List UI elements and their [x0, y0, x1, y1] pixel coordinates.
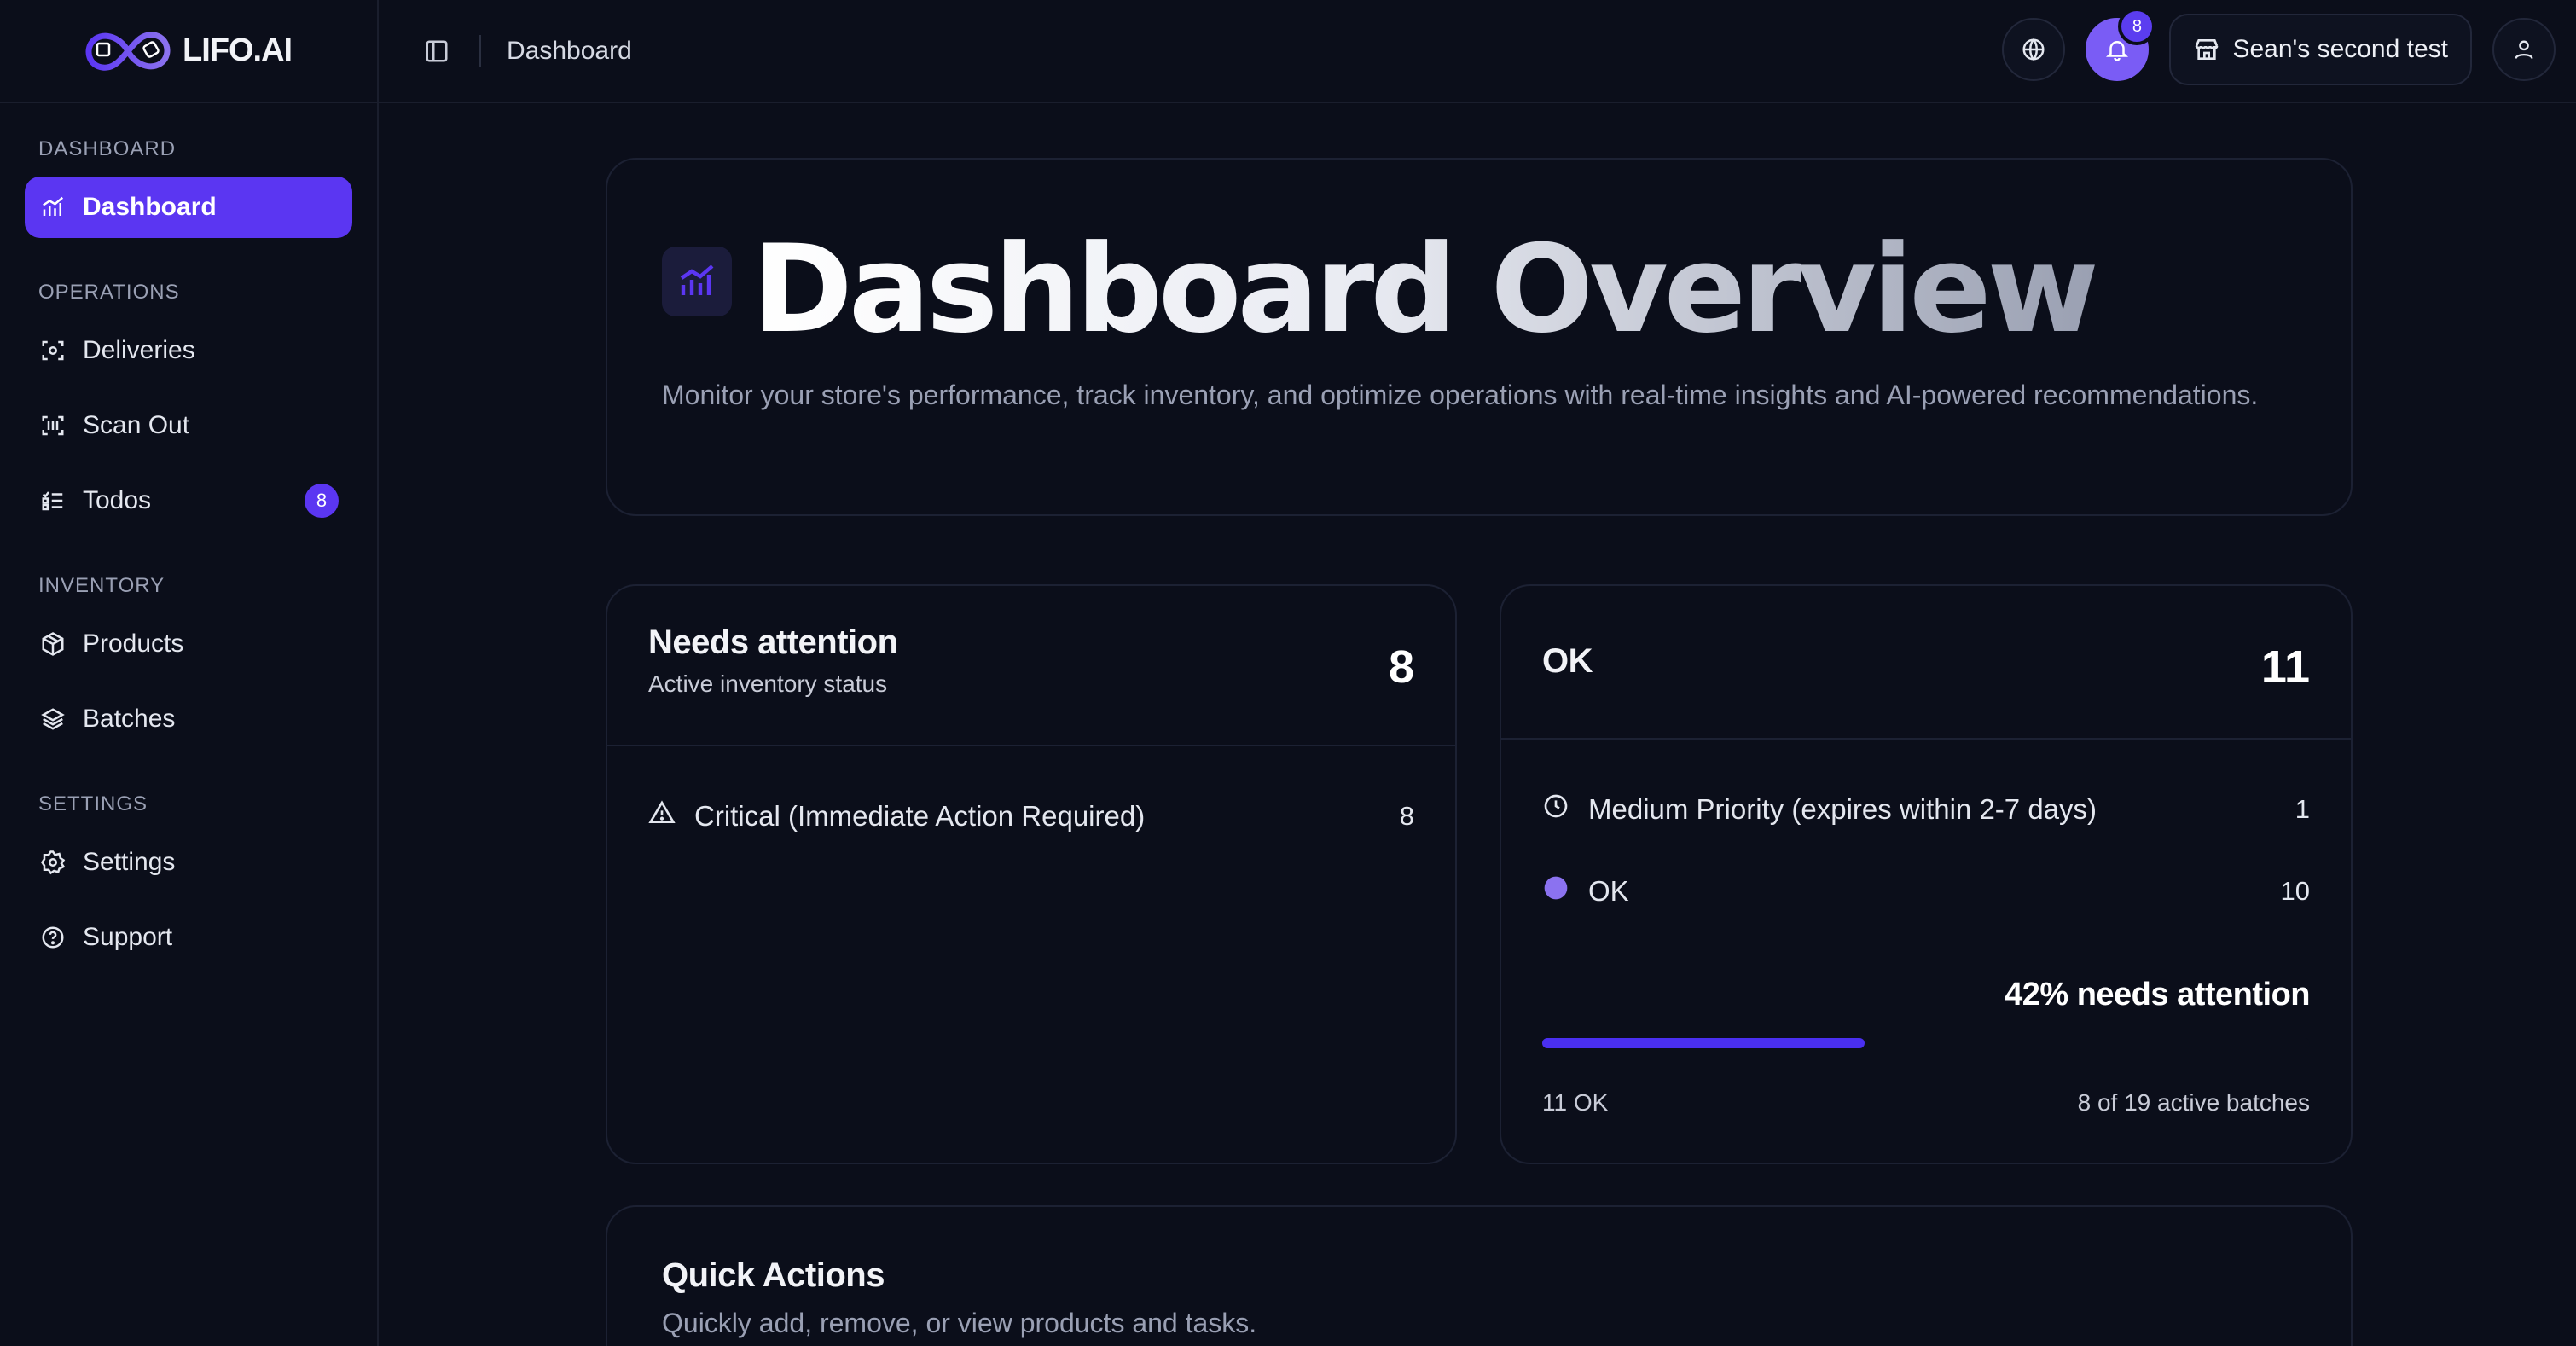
card-title: OK: [1542, 642, 1593, 680]
notifications-button[interactable]: 8: [2086, 8, 2156, 81]
list-item-critical[interactable]: Critical (Immediate Action Required) 8: [648, 799, 1414, 833]
page-title: Dashboard Overview: [752, 219, 2099, 360]
sidebar-item-label: Settings: [83, 848, 176, 876]
list-item-label: OK: [1588, 875, 1629, 907]
list-item-medium-priority[interactable]: Medium Priority (expires within 2-7 days…: [1542, 792, 2310, 827]
attention-progress-bar: [1542, 1038, 2310, 1048]
breadcrumb-separator: [479, 34, 481, 67]
checklist-icon: [38, 486, 67, 515]
sidebar-item-batches[interactable]: Batches: [25, 688, 352, 750]
sidebar-item-dashboard[interactable]: Dashboard: [25, 177, 352, 238]
list-item-value: 8: [1399, 801, 1414, 831]
quick-actions-card: Quick Actions Quickly add, remove, or vi…: [606, 1205, 2353, 1346]
batches-summary: 8 of 19 active batches: [2077, 1089, 2310, 1116]
card-count: 11: [2260, 641, 2310, 693]
dot-icon: [1542, 874, 1569, 908]
page-subtitle: Monitor your store's performance, track …: [662, 380, 2259, 410]
sidebar-item-todos[interactable]: Todos 8: [25, 470, 352, 531]
card-header: OK: [1542, 642, 2310, 681]
progress-fill: [1542, 1038, 1865, 1048]
sidebar-item-label: Deliveries: [83, 336, 195, 364]
attention-percentage: 42% needs attention: [2005, 977, 2310, 1012]
store-name: Sean's second test: [2232, 35, 2448, 63]
sidebar-item-label: Support: [83, 923, 173, 951]
help-circle-icon: [38, 923, 67, 952]
layers-icon: [38, 705, 67, 734]
store-icon: [2196, 39, 2219, 60]
quick-actions-subtitle: Quickly add, remove, or view products an…: [662, 1308, 1257, 1338]
sidebar-item-products[interactable]: Products: [25, 613, 352, 675]
sidebar-item-scan-out[interactable]: Scan Out: [25, 395, 352, 456]
brand[interactable]: LIFO.AI: [0, 0, 379, 102]
section-label-settings: SETTINGS: [38, 792, 148, 815]
box-icon: [38, 629, 67, 658]
sidebar-item-label: Dashboard: [83, 193, 217, 221]
top-bar: LIFO.AI Dashboard 8 Sean's second test: [0, 0, 2576, 103]
notifications-badge: 8: [2118, 8, 2156, 45]
list-item-value: 1: [2295, 794, 2310, 824]
barcode-scan-icon: [38, 411, 67, 440]
card-subtitle: Active inventory status: [648, 670, 888, 697]
scan-frame-icon: [38, 336, 67, 365]
clock-icon: [1542, 792, 1569, 827]
sidebar-item-label: Products: [83, 629, 184, 658]
sidebar-item-support[interactable]: Support: [25, 907, 352, 968]
list-item-label: Critical (Immediate Action Required): [694, 800, 1146, 832]
list-item-label: Medium Priority (expires within 2-7 days…: [1588, 793, 2097, 825]
sidebar: DASHBOARD Dashboard OPERATIONS Deliverie…: [0, 103, 379, 1346]
user-icon: [2515, 40, 2533, 59]
globe-icon: [2022, 38, 2045, 61]
user-menu-button[interactable]: [2492, 18, 2556, 81]
divider: [607, 745, 1455, 746]
section-label-operations: OPERATIONS: [38, 281, 180, 304]
warning-triangle-icon: [648, 799, 676, 833]
breadcrumb: Dashboard: [507, 36, 632, 65]
section-label-inventory: INVENTORY: [38, 574, 165, 597]
list-item-value: 10: [2280, 876, 2310, 906]
divider: [1501, 738, 2351, 740]
list-item-ok[interactable]: OK 10: [1542, 874, 2310, 908]
section-label-dashboard: DASHBOARD: [38, 137, 177, 160]
ok-card: OK 11 Medium Priority (expires within 2-…: [1500, 584, 2353, 1164]
overview-card: Dashboard Overview Monitor your store's …: [606, 158, 2353, 516]
sidebar-item-label: Batches: [83, 705, 176, 733]
needs-attention-card: Needs attention Active inventory status …: [606, 584, 1457, 1164]
brand-name: LIFO.AI: [183, 32, 293, 68]
card-header: Needs attention Active inventory status: [648, 624, 1414, 698]
sidebar-item-label: Todos: [83, 486, 152, 514]
ok-summary: 11 OK: [1542, 1089, 1609, 1116]
card-count: 8: [1388, 641, 1414, 693]
sidebar-toggle-button[interactable]: [409, 24, 464, 78]
card-title: Needs attention: [648, 624, 898, 661]
store-selector-button[interactable]: Sean's second test: [2169, 14, 2472, 85]
sidebar-toggle-icon: [426, 40, 448, 61]
logo-icon: [85, 31, 171, 71]
chart-icon: [662, 247, 732, 316]
sidebar-item-label: Scan Out: [83, 411, 190, 439]
chart-icon: [38, 193, 67, 222]
todos-badge: 8: [305, 484, 339, 518]
sidebar-item-settings[interactable]: Settings: [25, 832, 352, 893]
gear-icon: [38, 848, 67, 877]
quick-actions-title: Quick Actions: [662, 1256, 885, 1294]
header-actions: 8 Sean's second test: [2002, 8, 2556, 85]
sidebar-item-deliveries[interactable]: Deliveries: [25, 320, 352, 381]
language-button[interactable]: [2002, 18, 2066, 81]
